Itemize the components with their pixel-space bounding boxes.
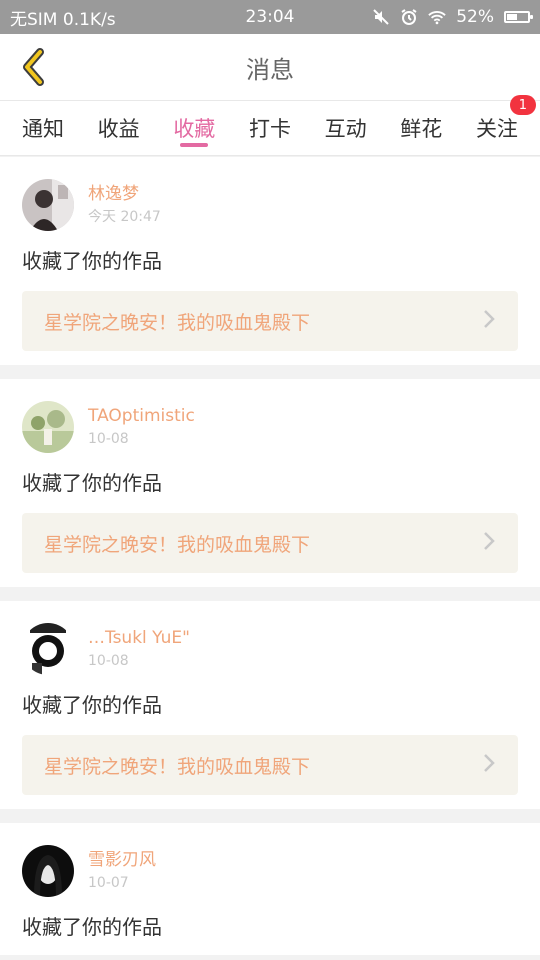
user-meta: TAOptimistic 10-08	[88, 405, 195, 449]
message-card-header: 雪影刃风 10-07	[22, 845, 518, 897]
work-link[interactable]: 星学院之晚安！我的吸血鬼殿下	[22, 735, 518, 795]
app-header: 消息	[0, 34, 540, 100]
action-text: 收藏了你的作品	[22, 915, 162, 939]
action-text: 收藏了你的作品	[22, 471, 162, 495]
tab-label: 打卡	[248, 117, 291, 141]
user-meta: …Tsukl YuE" 10-08	[88, 627, 190, 671]
tab-follow[interactable]: 关注 1	[475, 95, 536, 155]
mute-icon	[372, 8, 390, 26]
wifi-icon	[428, 8, 446, 26]
tab-label: 收藏	[173, 117, 216, 141]
tab-bar: 通知 收益 收藏 打卡 互动 鲜花 关注 1	[0, 95, 540, 156]
chevron-right-icon	[482, 530, 496, 556]
user-meta: 林逸梦今天 20:47	[88, 183, 161, 227]
work-title: 星学院之晚安！我的吸血鬼殿下	[44, 311, 311, 334]
username-link[interactable]: …Tsukl YuE"	[88, 627, 190, 649]
back-button[interactable]	[10, 44, 56, 90]
message-card-header: TAOptimistic 10-08	[22, 401, 518, 453]
battery-fill	[507, 14, 517, 20]
tab-label: 收益	[97, 117, 140, 141]
tab-label: 关注	[475, 117, 518, 141]
message-card: 雪影刃风 10-07 收藏了你的作品	[0, 823, 540, 955]
work-title: 星学院之晚安！我的吸血鬼殿下	[44, 533, 311, 556]
tab-checkin[interactable]: 打卡	[249, 101, 291, 155]
message-card: 林逸梦今天 20:47 收藏了你的作品星学院之晚安！我的吸血鬼殿下	[0, 157, 540, 365]
message-card-header: 林逸梦今天 20:47	[22, 179, 518, 231]
timestamp: 今天 20:47	[88, 209, 161, 225]
chevron-right-icon	[482, 308, 496, 334]
timestamp: 10-08	[88, 653, 129, 669]
tab-label: 互动	[324, 117, 367, 141]
avatar[interactable]	[22, 623, 74, 675]
avatar[interactable]	[22, 845, 74, 897]
message-card-header: …Tsukl YuE" 10-08	[22, 623, 518, 675]
network-speed: 0.1K/s	[62, 9, 116, 30]
status-right: 52%	[372, 7, 533, 27]
timestamp: 10-07	[88, 875, 129, 891]
alarm-icon	[400, 8, 418, 26]
avatar[interactable]	[22, 401, 74, 453]
timestamp: 10-08	[88, 431, 129, 447]
tab-label: 鲜花	[400, 117, 443, 141]
notification-badge: 1	[509, 95, 536, 115]
username-link[interactable]: 雪影刃风	[88, 849, 156, 871]
tab-earnings[interactable]: 收益	[98, 101, 140, 155]
tab-favorites[interactable]: 收藏	[173, 101, 215, 155]
battery-icon	[504, 11, 533, 23]
message-card: …Tsukl YuE" 10-08 收藏了你的作品星学院之晚安！我的吸血鬼殿下	[0, 601, 540, 809]
avatar[interactable]	[22, 179, 74, 231]
page-title: 消息	[246, 55, 294, 84]
username-link[interactable]: TAOptimistic	[88, 405, 195, 427]
username-link[interactable]: 林逸梦	[88, 183, 161, 205]
work-link[interactable]: 星学院之晚安！我的吸血鬼殿下	[22, 291, 518, 351]
tab-flowers[interactable]: 鲜花	[400, 101, 442, 155]
chevron-left-icon	[23, 48, 44, 86]
tab-interact[interactable]: 互动	[325, 101, 367, 155]
tab-notify[interactable]: 通知	[22, 101, 64, 155]
status-left: 无SIM 0.1K/s	[10, 5, 372, 30]
work-title: 星学院之晚安！我的吸血鬼殿下	[44, 755, 311, 778]
chevron-right-icon	[482, 752, 496, 778]
battery-percent: 52%	[456, 7, 494, 27]
work-link[interactable]: 星学院之晚安！我的吸血鬼殿下	[22, 513, 518, 573]
message-feed: 林逸梦 今天 20:47 收藏了你的作品 星学院之晚安！我的吸血鬼殿下 TAOptimi…	[0, 157, 540, 960]
message-card: TAOptimistic 10-08 收藏了你的作品星学院之晚安！我的吸血鬼殿下	[0, 379, 540, 587]
user-meta: 雪影刃风 10-07	[88, 849, 156, 893]
action-text: 收藏了你的作品	[22, 249, 162, 273]
status-bar: 无SIM 0.1K/s 23:04 52%	[0, 0, 540, 34]
action-text: 收藏了你的作品	[22, 693, 162, 717]
active-tab-indicator	[180, 143, 209, 147]
carrier-text: 无SIM	[10, 9, 58, 30]
tab-label: 通知	[22, 117, 64, 141]
